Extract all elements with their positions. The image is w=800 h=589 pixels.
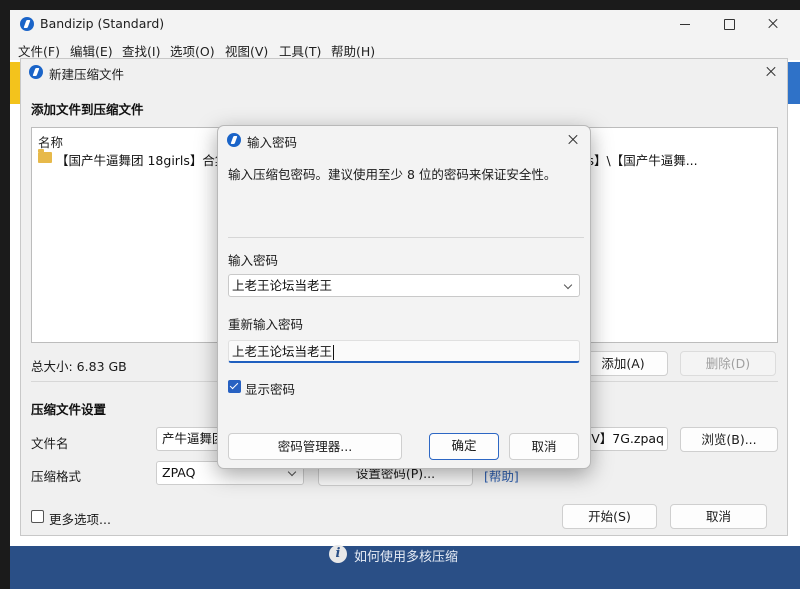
bandizip-logo-icon	[29, 65, 43, 79]
main-titlebar: Bandizip (Standard)	[10, 10, 800, 38]
reenter-password-input[interactable]: 上老王论坛当老王	[228, 340, 580, 363]
total-size: 总大小: 6.83 GB	[31, 359, 127, 374]
password-dialog-close-button[interactable]	[563, 130, 583, 150]
main-window-title: Bandizip (Standard)	[40, 16, 165, 31]
new-archive-title: 新建压缩文件	[49, 67, 125, 82]
more-options-label[interactable]: 更多选项...	[49, 509, 111, 528]
list-item-path[interactable]: ls】\【国产牛逼舞...	[584, 150, 698, 169]
minimize-button[interactable]	[675, 14, 695, 34]
password-manager-button[interactable]: 密码管理器...	[228, 433, 402, 460]
delete-button[interactable]: 删除(D)	[680, 351, 776, 376]
start-button[interactable]: 开始(S)	[562, 504, 657, 529]
chevron-down-icon[interactable]	[563, 280, 573, 290]
browse-button[interactable]: 浏览(B)...	[680, 427, 778, 452]
toolbar-edge-left	[10, 62, 20, 104]
menu-bar: 文件(F) 编辑(E) 查找(I) 选项(O) 视图(V) 工具(T) 帮助(H…	[10, 38, 800, 60]
password-description: 输入压缩包密码。建议使用至少 8 位的密码来保证安全性。	[228, 167, 557, 182]
password-dialog: 输入密码 输入压缩包密码。建议使用至少 8 位的密码来保证安全性。 输入密码 上…	[217, 125, 591, 469]
format-select-value: ZPAQ	[162, 465, 196, 480]
password-input-value: 上老王论坛当老王	[232, 278, 333, 293]
close-window-button[interactable]	[763, 14, 783, 34]
password-dialog-title: 输入密码	[247, 135, 298, 150]
add-button[interactable]: 添加(A)	[578, 351, 668, 376]
show-password-checkbox[interactable]	[228, 380, 241, 393]
new-archive-cancel-button[interactable]: 取消	[670, 504, 767, 529]
ok-button[interactable]: 确定	[429, 433, 499, 460]
filename-label: 文件名	[31, 436, 69, 451]
show-password-label[interactable]: 显示密码	[245, 379, 295, 398]
chevron-down-icon	[287, 467, 297, 477]
info-icon[interactable]: i	[329, 545, 347, 563]
dialog-divider	[228, 237, 584, 238]
more-options-checkbox[interactable]	[31, 510, 44, 523]
bandizip-logo-icon	[227, 133, 241, 147]
folder-icon	[38, 149, 52, 163]
bandizip-logo-icon	[20, 17, 34, 31]
text-caret	[333, 345, 335, 360]
password-cancel-button[interactable]: 取消	[509, 433, 579, 460]
password-input[interactable]: 上老王论坛当老王	[228, 274, 580, 297]
multicore-help-link[interactable]: 如何使用多核压缩	[354, 546, 458, 565]
password-label: 输入密码	[228, 253, 279, 268]
archive-settings-heading: 压缩文件设置	[31, 402, 107, 417]
reenter-password-label: 重新输入密码	[228, 317, 304, 332]
maximize-button[interactable]	[719, 14, 739, 34]
list-item[interactable]: 【国产牛逼舞团 18girls】合集	[56, 150, 227, 169]
new-archive-close-button[interactable]	[761, 62, 781, 82]
reenter-password-value: 上老王论坛当老王	[232, 344, 333, 359]
add-files-heading: 添加文件到压缩文件	[31, 102, 144, 117]
format-label: 压缩格式	[31, 469, 82, 484]
